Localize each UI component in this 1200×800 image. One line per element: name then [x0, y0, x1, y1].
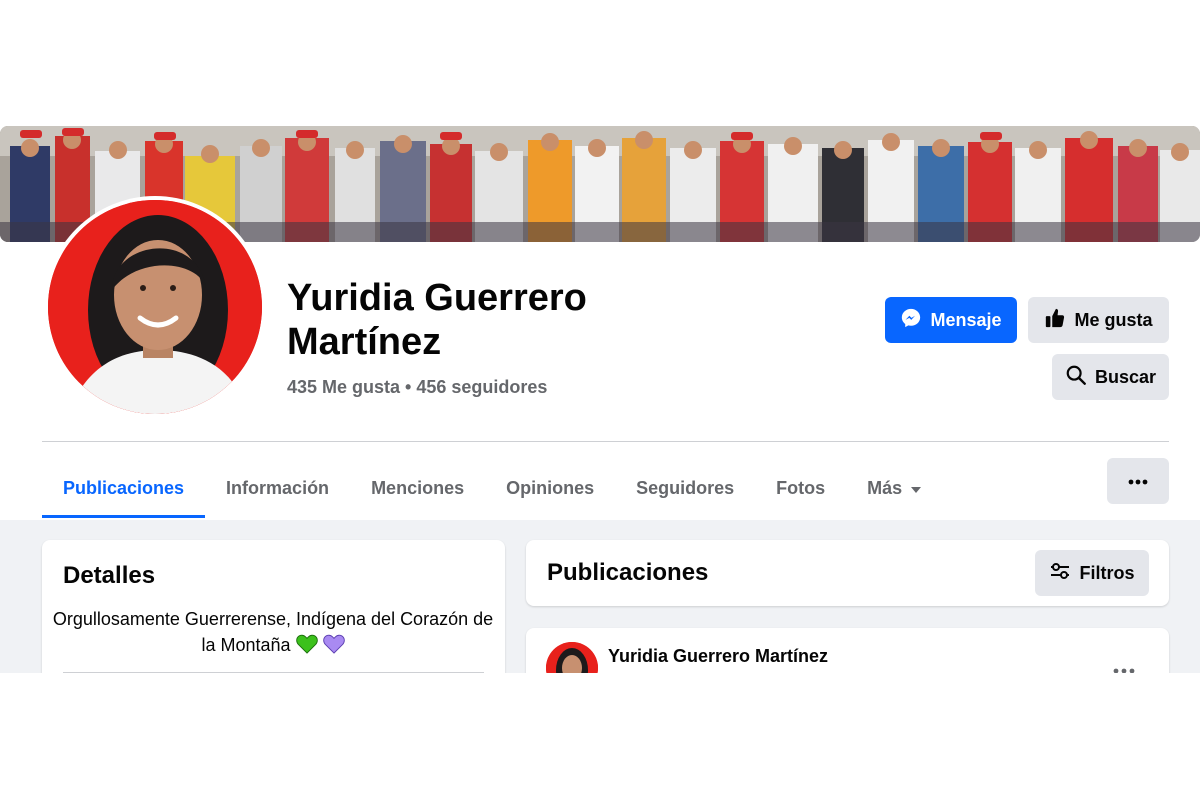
search-button-label: Buscar: [1094, 366, 1157, 387]
message-button-label: Mensaje: [930, 309, 1002, 330]
sliders-icon: [1049, 561, 1071, 586]
tab-fotos[interactable]: Fotos: [755, 458, 846, 518]
tab-label: Más: [867, 477, 903, 498]
tab-menciones[interactable]: Menciones: [350, 458, 485, 518]
caret-down-icon: [910, 478, 922, 499]
page-stats[interactable]: 435 Me gusta • 456 seguidores: [287, 377, 547, 398]
profile-avatar[interactable]: [44, 196, 266, 418]
messenger-icon: [900, 307, 922, 334]
filters-button-label: Filtros: [1079, 562, 1135, 583]
search-icon: [1065, 364, 1087, 391]
thumbs-up-icon: [1044, 307, 1066, 334]
tab-label: Fotos: [776, 477, 826, 498]
post-author-name[interactable]: Yuridia Guerrero Martínez: [608, 646, 828, 667]
posts-title: Publicaciones: [547, 559, 709, 586]
ellipsis-icon: [1128, 472, 1148, 490]
tab-label: Seguidores: [636, 477, 735, 498]
tab-informacion[interactable]: Información: [205, 458, 350, 518]
tab-label: Opiniones: [506, 477, 595, 498]
details-title: Detalles: [63, 562, 156, 589]
green-heart-icon: [295, 634, 323, 655]
tab-seguidores[interactable]: Seguidores: [615, 458, 755, 518]
filters-button[interactable]: Filtros: [1035, 550, 1149, 596]
like-button[interactable]: Me gusta: [1028, 297, 1169, 343]
search-button[interactable]: Buscar: [1052, 354, 1169, 400]
details-divider: [63, 672, 484, 673]
post-card: Yuridia Guerrero Martínez: [526, 628, 1169, 673]
details-bio-text: Orgullosamente Guerrerense, Indígena del…: [52, 609, 494, 655]
purple-heart-icon: [322, 634, 345, 655]
posts-header-card: Publicaciones Filtros: [526, 540, 1169, 606]
tab-publicaciones[interactable]: Publicaciones: [42, 458, 206, 518]
post-options-button[interactable]: [1106, 652, 1142, 673]
tab-opiniones[interactable]: Opiniones: [485, 458, 615, 518]
tab-label: Información: [226, 477, 330, 498]
details-bio: Orgullosamente Guerrerense, Indígena del…: [52, 606, 494, 658]
profile-tabs: Publicaciones Información Menciones Opin…: [42, 458, 943, 518]
tab-label: Publicaciones: [63, 477, 185, 498]
message-button[interactable]: Mensaje: [885, 297, 1017, 343]
details-card: Detalles Orgullosamente Guerrerense, Ind…: [42, 540, 505, 673]
header-divider: [42, 441, 1169, 442]
like-button-label: Me gusta: [1074, 309, 1153, 330]
post-author-avatar[interactable]: [546, 642, 598, 673]
more-options-button[interactable]: [1107, 458, 1169, 504]
page-title: Yuridia Guerrero Martínez: [287, 277, 587, 363]
tab-mas[interactable]: Más: [846, 458, 943, 518]
tab-label: Menciones: [371, 477, 465, 498]
ellipsis-icon: [1113, 661, 1135, 673]
feed-area: Detalles Orgullosamente Guerrerense, Ind…: [0, 520, 1200, 673]
profile-photo: [48, 200, 262, 414]
